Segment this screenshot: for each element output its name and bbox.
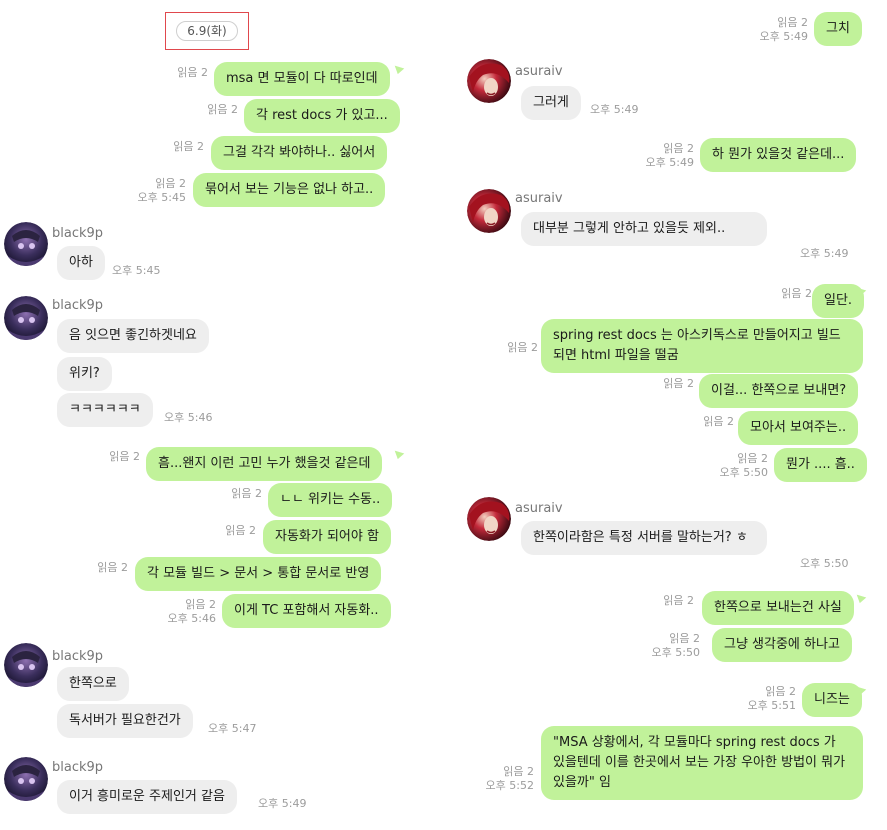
message-time: 오후 5:50 (719, 466, 768, 479)
avatar-asuraiv-icon[interactable] (467, 189, 511, 233)
sender-name: black9p (52, 298, 104, 313)
sent-message[interactable]: 각 모듈 빌드 > 문서 > 통합 문서로 반영 (135, 557, 382, 591)
sender-name: asuraiv (515, 64, 563, 79)
sent-message[interactable]: spring rest docs 는 아스키독스로 만들어지고 빌드되면 htm… (541, 319, 863, 373)
read-receipt: 읽음 2 (109, 450, 140, 463)
avatar-black9p-icon[interactable] (4, 296, 48, 340)
read-receipt: 읽음 2 (97, 561, 128, 574)
bubble-tail (856, 284, 868, 297)
sent-message[interactable]: 니즈는 (802, 683, 862, 717)
sender-name: black9p (52, 226, 104, 241)
message-time: 오후 5:50 (651, 646, 700, 659)
sent-message[interactable]: 하 뭔가 있을것 같은데... (700, 138, 857, 172)
sent-message[interactable]: 각 rest docs 가 있고... (244, 99, 400, 133)
message-time: 오후 5:49 (258, 797, 307, 810)
received-message[interactable]: 대부분 그렇게 안하고 있을듯 제외.. (521, 212, 767, 246)
sent-message[interactable]: 자동화가 되어야 함 (263, 520, 391, 554)
read-receipt: 읽음 2 (663, 377, 694, 390)
read-receipt: 읽음 2 (177, 66, 208, 79)
read-receipt: 읽음 2 (737, 452, 768, 465)
read-receipt: 읽음 2 (507, 341, 538, 354)
sent-message[interactable]: 묶어서 보는 기능은 없나 하고.. (193, 173, 386, 207)
sender-name: black9p (52, 760, 104, 775)
read-receipt: 읽음 2 (663, 594, 694, 607)
avatar-black9p-icon[interactable] (4, 643, 48, 687)
read-receipt: 읽음 2 (207, 103, 238, 116)
message-time: 오후 5:49 (759, 30, 808, 43)
message-time: 오후 5:49 (800, 247, 849, 260)
read-receipt: 읽음 2 (669, 632, 700, 645)
received-message[interactable]: 이거 흥미로운 주제인거 같음 (57, 780, 237, 814)
read-receipt: 읽음 2 (231, 487, 262, 500)
sender-name: asuraiv (515, 501, 563, 516)
received-message[interactable]: 한쪽이라함은 특정 서버를 말하는거? ㅎ (521, 521, 767, 555)
bubble-tail (856, 591, 868, 604)
message-time: 오후 5:50 (800, 557, 849, 570)
avatar-asuraiv-icon[interactable] (467, 59, 511, 103)
received-message[interactable]: 아하 (57, 246, 105, 280)
message-time: 오후 5:49 (645, 156, 694, 169)
read-receipt: 읽음 2 (503, 765, 534, 778)
sender-name: black9p (52, 649, 104, 664)
message-time: 오후 5:47 (208, 722, 257, 735)
read-receipt: 읽음 2 (173, 140, 204, 153)
sent-message[interactable]: "MSA 상황에서, 각 모듈마다 spring rest docs 가 있을텐… (541, 726, 863, 800)
message-time: 오후 5:45 (137, 191, 186, 204)
read-receipt: 읽음 2 (185, 598, 216, 611)
chat-column-left: 6.9(화) 읽음 2 msa 면 모듈이 다 따로인데 읽음 2 각 rest… (0, 0, 420, 830)
sent-message[interactable]: 한쪽으로 보내는건 사실 (702, 591, 854, 625)
chat-column-right: 읽음 2 오후 5:49 그치 asuraiv 그러게 오후 5:49 읽음 2… (440, 0, 880, 830)
message-time: 오후 5:45 (112, 264, 161, 277)
received-message[interactable]: 한쪽으로 (57, 667, 129, 701)
read-receipt: 읽음 2 (765, 685, 796, 698)
sent-message[interactable]: 뭔가 .... 흠.. (774, 448, 867, 482)
sent-message[interactable]: 그걸 각각 봐야하나.. 싫어서 (211, 136, 388, 170)
sent-message[interactable]: 흠...왠지 이런 고민 누가 했을것 같은데 (146, 447, 383, 481)
read-receipt: 읽음 2 (663, 142, 694, 155)
bubble-tail (394, 447, 406, 460)
received-message[interactable]: 독서버가 필요한건가 (57, 704, 193, 738)
avatar-black9p-icon[interactable] (4, 222, 48, 266)
read-receipt: 읽음 2 (155, 177, 186, 190)
sent-message[interactable]: ㄴㄴ 위키는 수동.. (268, 483, 393, 517)
read-receipt: 읽음 2 (225, 524, 256, 537)
message-time: 오후 5:46 (167, 612, 216, 625)
avatar-asuraiv-icon[interactable] (467, 497, 511, 541)
received-message[interactable]: 그러게 (521, 86, 581, 120)
sent-message[interactable]: 그치 (814, 12, 862, 46)
read-receipt: 읽음 2 (777, 16, 808, 29)
sender-name: asuraiv (515, 191, 563, 206)
bubble-tail (856, 683, 868, 696)
message-time: 오후 5:52 (485, 779, 534, 792)
message-time: 오후 5:46 (164, 411, 213, 424)
message-time: 오후 5:51 (747, 699, 796, 712)
date-divider: 6.9(화) (176, 21, 238, 41)
received-message[interactable]: 음 잇으면 좋긴하겟네요 (57, 319, 209, 353)
sent-message[interactable]: 이걸... 한쪽으로 보내면? (699, 374, 859, 408)
received-message[interactable]: ㅋㅋㅋㅋㅋㅋ (57, 393, 153, 427)
message-time: 오후 5:49 (590, 103, 639, 116)
avatar-black9p-icon[interactable] (4, 757, 48, 801)
sent-message[interactable]: 모아서 보여주는.. (738, 411, 859, 445)
bubble-tail (394, 62, 406, 75)
received-message[interactable]: 위키? (57, 357, 112, 391)
read-receipt: 읽음 2 (703, 415, 734, 428)
sent-message[interactable]: 그냥 생각중에 하나고 (712, 628, 852, 662)
sent-message[interactable]: msa 면 모듈이 다 따로인데 (214, 62, 390, 96)
sent-message[interactable]: 이게 TC 포함해서 자동화.. (222, 594, 391, 628)
read-receipt: 읽음 2 (781, 287, 812, 300)
